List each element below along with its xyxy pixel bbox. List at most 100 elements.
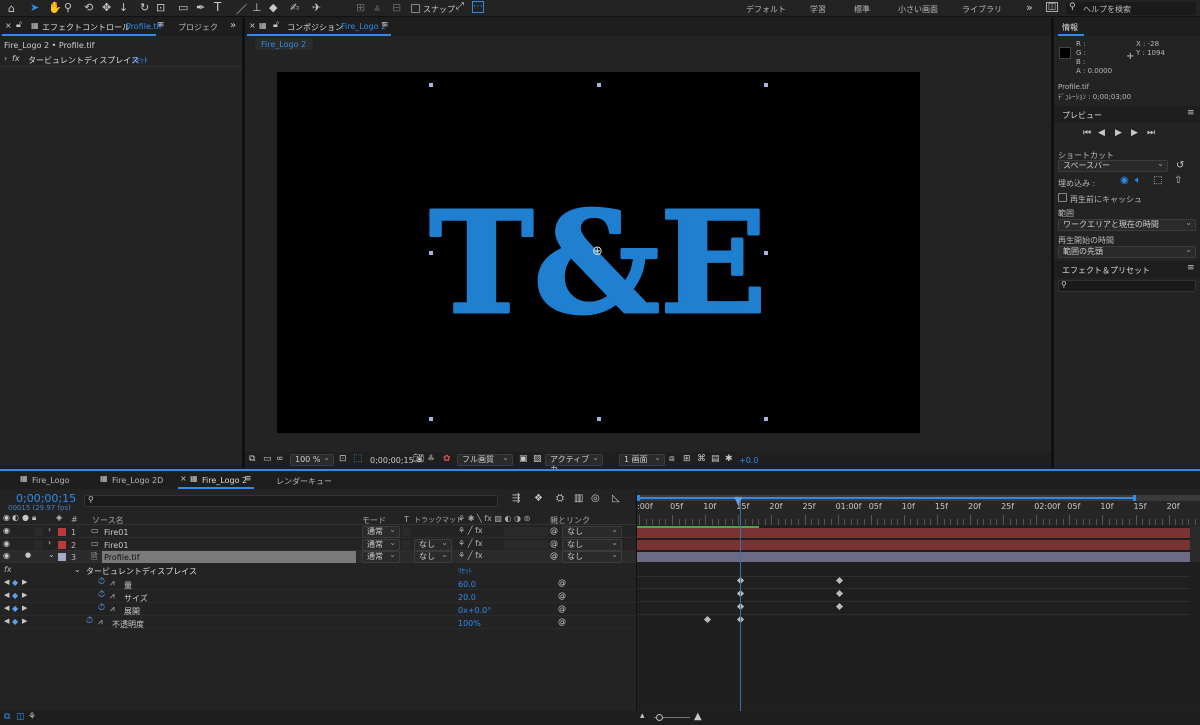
snap-grid-icon[interactable]: ⋯	[472, 1, 484, 13]
zoom-dropdown[interactable]: 100 %	[290, 453, 334, 466]
roto-brush-icon[interactable]: ✍	[290, 1, 299, 14]
graph-icon[interactable]: ⩘	[110, 591, 115, 601]
time-ruler[interactable]: :00f 05f 10f 15f 20f 25f 01:00f 05f 10f 15f 20f 25f…	[637, 495, 1200, 525]
prev-keyframe-icon[interactable]: ◀	[4, 604, 9, 612]
pick-whip-icon[interactable]: @	[550, 526, 558, 535]
pan-camera-icon[interactable]: ✥	[102, 1, 111, 14]
graph-icon[interactable]: ⩘	[98, 617, 103, 627]
flowchart-icon[interactable]: ⌘	[697, 454, 706, 464]
timeline-zoom-handle[interactable]	[656, 714, 663, 721]
trkmat-dropdown[interactable]: なし	[414, 538, 452, 551]
color-channel-icon[interactable]: ✿	[443, 454, 451, 464]
timeline-tab-fire-logo-2[interactable]: Fire_Logo 2	[202, 476, 247, 485]
prev-keyframe-icon[interactable]: ◀	[4, 617, 9, 625]
external-video-icon[interactable]: ⇧	[1174, 175, 1182, 186]
lock-toggle[interactable]	[34, 527, 43, 536]
next-keyframe-icon[interactable]: ▶	[22, 604, 27, 612]
lock-icon[interactable]: 🔓︎	[16, 20, 22, 30]
label-color[interactable]	[58, 528, 66, 536]
keyframe-toggle-icon[interactable]: ◆	[12, 617, 18, 626]
close-icon[interactable]: ×	[5, 21, 12, 30]
overlay-toggle-icon[interactable]: ⬚	[1153, 175, 1162, 186]
transform-handle[interactable]	[429, 251, 433, 255]
layer-search-input[interactable]: ⚲	[84, 495, 498, 507]
render-time-icon[interactable]: ◫	[16, 712, 25, 722]
clone-stamp-icon[interactable]: ⊥	[252, 1, 262, 14]
keyframe-amount-2[interactable]	[835, 576, 844, 585]
pen-tool-icon[interactable]: ✒	[196, 1, 205, 14]
show-snapshot-icon[interactable]: ♣	[427, 454, 435, 464]
comp-timecode[interactable]: 0;00;00;15	[370, 456, 414, 465]
hand-tool-icon[interactable]: ✋	[48, 1, 62, 14]
frame-blending-icon[interactable]: ▥	[574, 493, 583, 504]
keyframe-toggle-icon[interactable]: ◆	[12, 591, 18, 600]
export-frame-icon[interactable]: ▤	[711, 454, 720, 464]
reset-icon[interactable]: ↺	[1176, 160, 1184, 171]
panel-menu-icon[interactable]: ≡	[244, 474, 252, 484]
visibility-eye-icon[interactable]: ◉	[3, 539, 10, 548]
help-search-box[interactable]: ⚲ ヘルプを検索	[1066, 2, 1196, 15]
exposure-icon[interactable]: ✱	[725, 454, 733, 464]
workspace-small-screen[interactable]: 小さい画面	[898, 4, 938, 15]
panel-menu-icon[interactable]: ≡	[1187, 263, 1195, 273]
timeline-tab-render-queue[interactable]: レンダーキュー	[276, 476, 332, 487]
region-of-interest-icon[interactable]: ⬚	[353, 453, 362, 464]
video-toggle-icon[interactable]: ◉	[1120, 175, 1129, 186]
type-tool-icon[interactable]: T	[214, 0, 221, 14]
collapse-arrow-icon[interactable]: ⌄	[74, 565, 81, 574]
tab-project[interactable]: プロジェク	[178, 22, 218, 33]
monitor-icon[interactable]: ▭	[263, 454, 272, 464]
fx-icon[interactable]: fx	[12, 54, 20, 63]
graph-icon[interactable]: ⩘	[110, 604, 115, 614]
layer-switches[interactable]: ⚘ ╱ fx	[458, 526, 483, 535]
layer-name-box[interactable]	[102, 526, 356, 538]
keyframe-toggle-icon[interactable]: ◆	[12, 604, 18, 613]
workspace-sync-icon[interactable]: ◫	[1046, 2, 1058, 12]
lock-toggle[interactable]	[34, 539, 43, 549]
timeline-tab-fire-logo-2d[interactable]: Fire_Logo 2D	[112, 476, 163, 485]
comp-flowchart-icon[interactable]: ⧉	[4, 712, 10, 722]
stopwatch-icon[interactable]: ⏱︎	[98, 590, 105, 600]
layer-row[interactable]: ◉ › 2 ▭ Fire01 通常 なし ⚘ ╱ fx @ なし	[0, 538, 636, 551]
lock-icon[interactable]: 🔓︎	[273, 20, 279, 30]
fit-icon[interactable]: ⊡	[339, 454, 347, 464]
graph-editor-icon[interactable]: ◺	[612, 493, 620, 504]
dolly-camera-icon[interactable]: ↓	[119, 1, 128, 14]
tab-composition-name[interactable]: Fire_Logo 2	[341, 22, 386, 31]
layer-switches[interactable]: ⚘ ╱ fx	[458, 539, 483, 548]
snap-options-icon[interactable]: ⤢	[456, 1, 464, 12]
twirl-arrow-icon[interactable]: ⌄	[48, 550, 55, 559]
prev-keyframe-icon[interactable]: ◀	[4, 578, 9, 586]
property-value[interactable]: 60.0	[458, 580, 476, 589]
always-preview-icon[interactable]: ⧉	[249, 454, 255, 464]
preserve-transparency-toggle[interactable]	[402, 552, 410, 561]
play-start-dropdown[interactable]: 範囲の先頭	[1058, 245, 1196, 258]
timeline-tab-fire-logo[interactable]: Fire_Logo	[32, 476, 69, 485]
puppet-pin-icon[interactable]: ✈	[312, 1, 321, 14]
play-icon[interactable]: ▶︎	[1115, 128, 1122, 138]
last-frame-icon[interactable]: ⏭︎	[1147, 128, 1155, 138]
range-dropdown[interactable]: ワークエリアと現在の時間	[1058, 218, 1196, 231]
workspace-overflow-icon[interactable]: »	[1026, 1, 1033, 14]
expand-arrow-icon[interactable]: ›	[4, 54, 7, 63]
workspace-standard[interactable]: 標準	[854, 4, 870, 15]
zoom-tool-icon[interactable]: ⚲	[64, 1, 72, 14]
parent-dropdown[interactable]: なし	[562, 538, 622, 551]
workspace-libraries[interactable]: ライブラリ	[962, 4, 1002, 15]
layer-end-marker[interactable]	[1190, 526, 1200, 562]
track-bar-layer-1[interactable]	[637, 528, 1190, 538]
tab-effect-controls[interactable]: エフェクトコントロール	[42, 22, 130, 33]
audio-toggle-icon[interactable]: 🔈︎	[1135, 175, 1141, 186]
transform-handle[interactable]	[429, 417, 433, 421]
property-row-amount[interactable]: ◀ ◆ ▶ ⏱︎ ⩘ 量 60.0 @	[0, 577, 636, 590]
layer-mode-dropdown[interactable]: 通常	[362, 538, 400, 551]
next-keyframe-icon[interactable]: ▶	[22, 591, 27, 599]
next-keyframe-icon[interactable]: ▶	[22, 578, 27, 586]
work-area-range[interactable]	[637, 497, 1135, 499]
playhead-line[interactable]	[740, 501, 741, 711]
playhead-icon[interactable]: ▼	[734, 494, 742, 507]
cache-checkbox[interactable]	[1058, 193, 1067, 202]
layer-mode-dropdown[interactable]: 通常	[362, 525, 400, 538]
switch-cells[interactable]	[504, 527, 548, 536]
expression-pickwhip-icon[interactable]: @	[558, 578, 566, 587]
